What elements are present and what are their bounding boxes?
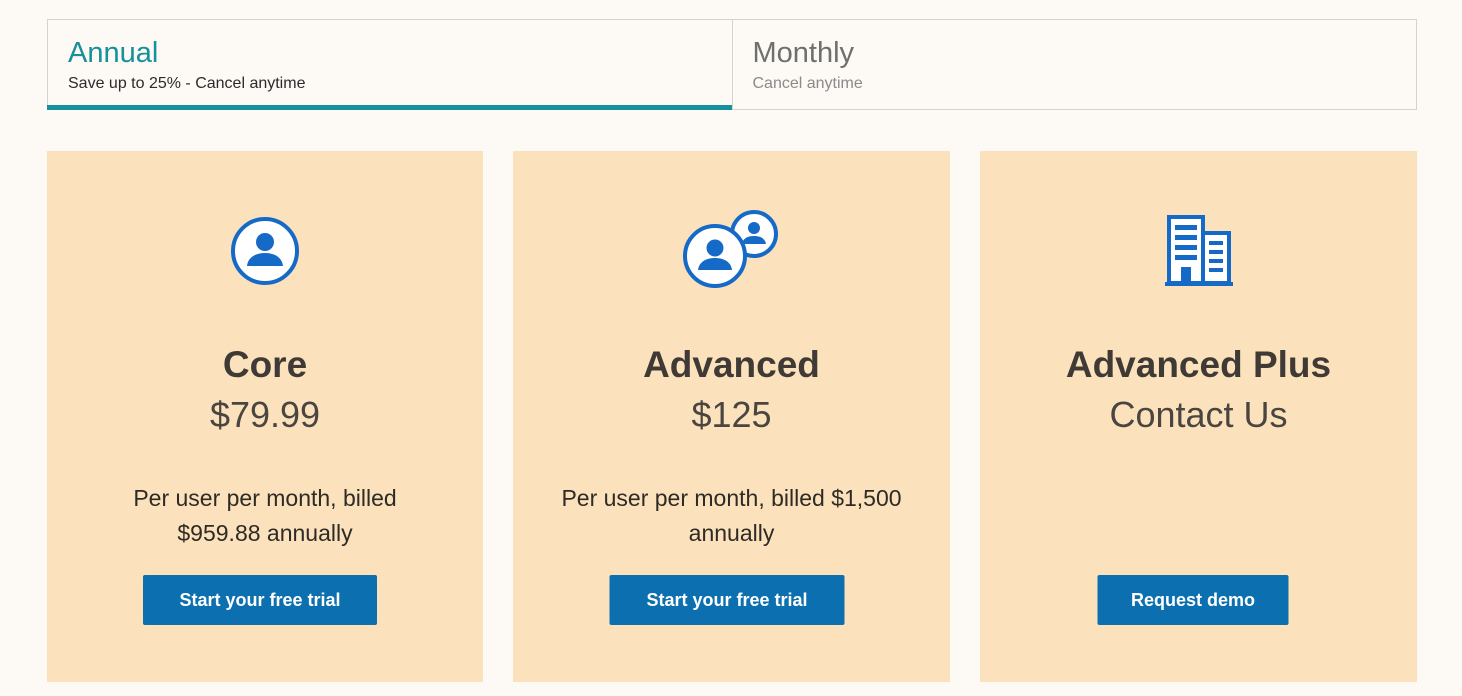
plan-card-core: Core $79.99 Per user per month, billed $… [47,151,483,682]
plan-price: $79.99 [209,394,321,435]
plan-name: Advanced [643,344,820,385]
tab-annual-subtitle: Save up to 25% - Cancel anytime [68,75,306,92]
plan-price: $125 [691,394,772,435]
tab-monthly-title: Monthly [752,37,855,69]
pricing-page: Annual Save up to 25% - Cancel anytime M… [0,0,1462,696]
start-free-trial-button[interactable]: Start your free trial [143,575,377,625]
tab-annual[interactable]: Annual Save up to 25% - Cancel anytime [47,20,732,110]
plan-card-advanced-plus: Advanced Plus Contact Us Request demo [980,151,1417,682]
plan-price-contact: Contact Us [1109,394,1288,435]
plan-name: Advanced Plus [1065,344,1332,385]
tab-annual-title: Annual [68,37,159,69]
multiple-users-icon [513,209,950,293]
tab-monthly-subtitle: Cancel anytime [752,75,863,92]
start-free-trial-button[interactable]: Start your free trial [609,575,845,625]
plan-card-advanced: Advanced $125 Per user per month, billed… [513,151,950,682]
plan-billing-details: Per user per month, billed $959.88 annua… [133,485,397,546]
billing-period-toggle: Annual Save up to 25% - Cancel anytime M… [47,19,1417,110]
single-user-icon [47,209,483,293]
plan-name: Core [222,344,308,385]
request-demo-button[interactable]: Request demo [1097,575,1289,625]
tab-monthly[interactable]: Monthly Cancel anytime [731,20,1417,109]
building-icon [980,209,1417,293]
plan-billing-details: Per user per month, billed $1,500 annual… [561,485,902,546]
